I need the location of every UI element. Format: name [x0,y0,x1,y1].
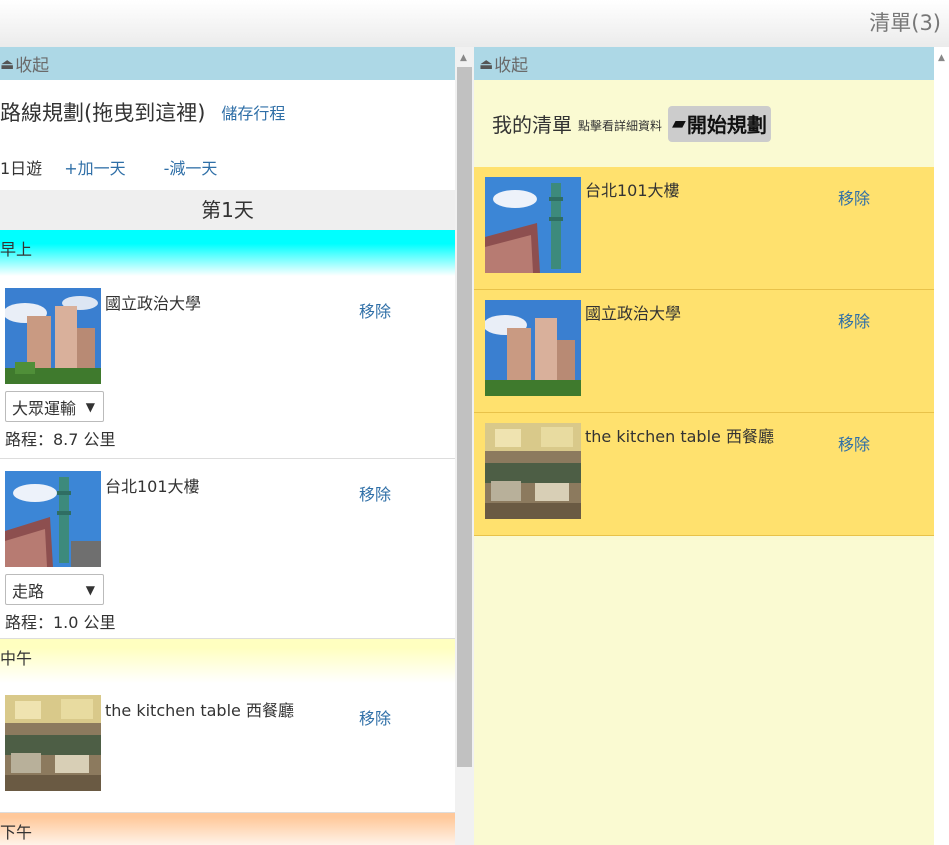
right-collapse-bar[interactable]: ⏏ 收起 [474,47,934,80]
collapse-label: 收起 [15,56,50,76]
restaurant-thumbnail [5,695,101,791]
transport-selected: 走路 [12,581,45,601]
transport-select[interactable]: 大眾運輸 ▼ [5,391,104,422]
my-list-hint: 點擊看詳細資料 [578,119,663,133]
start-planning-button[interactable]: ▰ 開始規劃 [668,105,771,142]
plan-title-row: 路線規劃(拖曳到這裡) 儲存行程 [0,80,455,144]
remove-item-link[interactable]: 移除 [359,481,391,505]
left-collapse-bar[interactable]: ⏏ 收起 [0,47,455,80]
collapse-icon: ⏏ [479,54,494,73]
taipei-101-thumbnail [5,471,101,567]
route-logo-icon: ▰ [672,113,686,134]
my-list-panel: ⏏ 收起 我的清單 點擊看詳細資料 ▰ 開始規劃 台北101大樓 移除 國立政治… [474,47,934,845]
remove-item-link[interactable]: 移除 [838,185,870,209]
item-name[interactable]: 國立政治大學 [105,290,201,314]
transport-selected: 大眾運輸 [12,398,77,418]
list-item[interactable]: the kitchen table 西餐廳 移除 [474,413,934,536]
add-day-link[interactable]: +加一天 [64,155,125,179]
period-afternoon: 下午 [0,813,455,845]
collapse-icon: ⏏ [0,54,15,73]
remove-item-link[interactable]: 移除 [359,298,391,322]
distance-label: 路程：8.7 公里 [5,430,116,449]
item-name[interactable]: 台北101大樓 [585,177,680,201]
right-edge-scrollbar[interactable]: ▲ [934,47,949,845]
itinerary-panel: ⏏ 收起 路線規劃(拖曳到這裡) 儲存行程 1日遊 +加一天 -減一天 第1天 … [0,47,455,845]
list-item[interactable]: 國立政治大學 移除 [474,290,934,413]
dropdown-arrow-icon: ▼ [85,399,95,414]
list-item[interactable]: 台北101大樓 移除 [474,167,934,290]
save-itinerary-link[interactable]: 儲存行程 [221,100,285,124]
nccu-building-thumbnail [5,288,101,384]
remove-item-link[interactable]: 移除 [838,431,870,455]
left-panel-scrollbar[interactable]: ▲ [455,47,474,845]
remove-day-link[interactable]: -減一天 [164,155,218,179]
start-planning-label: 開始規劃 [686,113,767,137]
scrollbar-thumb[interactable] [457,67,472,767]
scroll-up-arrow-icon[interactable]: ▲ [460,53,467,63]
list-count-label[interactable]: 清單(3) [869,7,941,37]
distance-label: 路程：1.0 公里 [5,613,116,632]
item-name[interactable]: the kitchen table 西餐廳 [105,697,294,721]
remove-item-link[interactable]: 移除 [359,705,391,729]
my-list-header: 我的清單 點擊看詳細資料 ▰ 開始規劃 [474,80,934,167]
remove-item-link[interactable]: 移除 [838,308,870,332]
top-bar: 清單(3) [0,0,949,47]
transport-select[interactable]: 走路 ▼ [5,574,104,605]
days-row: 1日遊 +加一天 -減一天 [0,144,455,190]
day-header: 第1天 [0,190,455,230]
itinerary-item[interactable]: the kitchen table 西餐廳 移除 [0,683,455,813]
scroll-up-arrow-icon[interactable]: ▲ [938,53,945,63]
taipei-101-thumbnail [485,177,581,273]
itinerary-item[interactable]: 台北101大樓 移除 走路 ▼ 路程：1.0 公里 [0,459,455,639]
plan-title: 路線規劃(拖曳到這裡) [0,101,206,125]
period-noon: 中午 [0,639,455,683]
item-name[interactable]: 國立政治大學 [585,300,681,324]
dropdown-arrow-icon: ▼ [85,582,95,597]
restaurant-thumbnail [485,423,581,519]
period-morning: 早上 [0,230,455,276]
itinerary-item[interactable]: 國立政治大學 移除 大眾運輸 ▼ 路程：8.7 公里 [0,276,455,459]
collapse-label: 收起 [494,56,529,76]
item-name[interactable]: 台北101大樓 [105,473,200,497]
my-list-title: 我的清單 [492,113,572,137]
nccu-building-thumbnail [485,300,581,396]
item-name[interactable]: the kitchen table 西餐廳 [585,423,774,447]
days-label: 1日遊 [0,159,43,178]
